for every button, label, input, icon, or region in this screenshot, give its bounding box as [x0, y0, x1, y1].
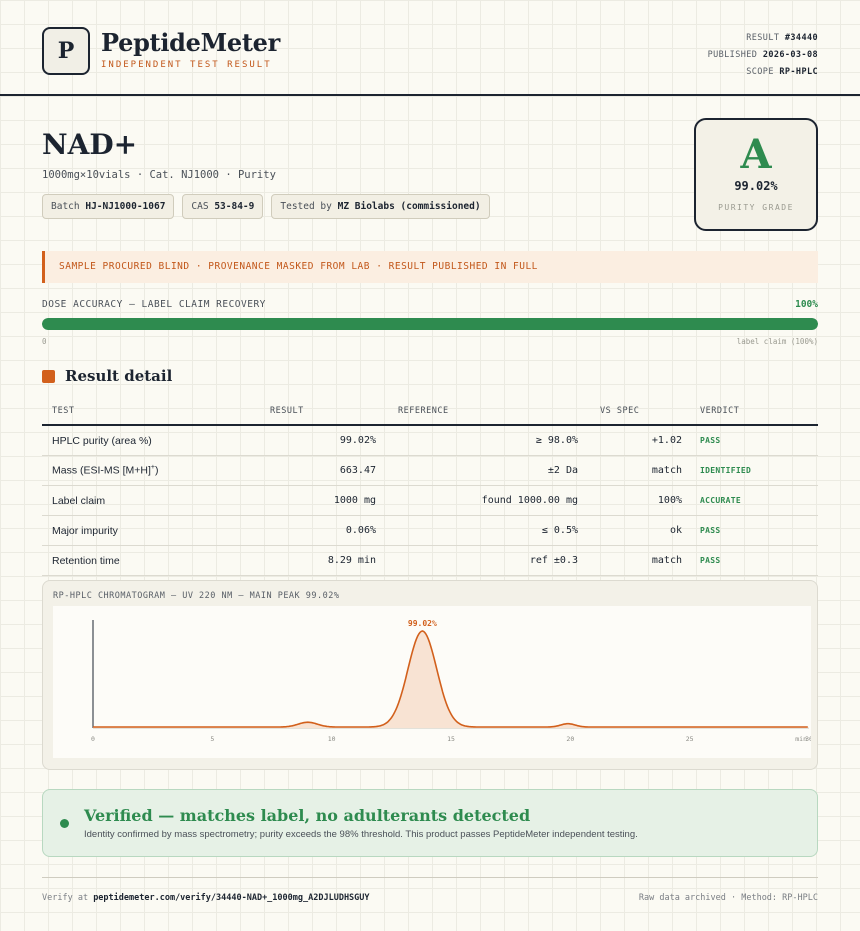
- cell-result: 8.29 min: [327, 555, 376, 566]
- published-label: PUBLISHED: [707, 50, 758, 60]
- cell-vs-spec: 100%: [657, 495, 682, 506]
- x-tick-label: 25: [686, 735, 694, 743]
- grade-label: PURITY GRADE: [718, 203, 794, 212]
- result-meta: RESULT #34440 PUBLISHED 2026-03-08 SCOPE…: [708, 30, 818, 81]
- cell-test: Mass (ESI-MS [M+H]+): [42, 464, 258, 477]
- chromatogram-line: [93, 630, 808, 728]
- cell-verdict: PASS: [700, 556, 721, 565]
- tag-value: 53-84-9: [214, 201, 255, 212]
- cell-reference: ±2 Da: [547, 465, 578, 476]
- cell-result: 99.02%: [339, 435, 376, 446]
- table-row: Mass (ESI-MS [M+H]+) 663.47 ±2 Da match …: [42, 456, 818, 486]
- scope-value: RP-HPLC: [779, 67, 818, 77]
- procurement-banner: SAMPLE PROCURED BLIND · PROVENANCE MASKE…: [42, 251, 818, 283]
- verified-subtitle: Identity confirmed by mass spectrometry;…: [84, 829, 638, 840]
- cell-result: 0.06%: [345, 525, 376, 536]
- tag-label: Tested by: [280, 201, 332, 212]
- table-row: Major impurity 0.06% ≤ 0.5% ok PASS: [42, 516, 818, 546]
- progress-claim-label: label claim (100%): [736, 337, 818, 346]
- chromatogram-svg: 99.02%0 5 10 15 20 25 30min: [91, 619, 813, 743]
- published-date: 2026-03-08: [762, 50, 818, 60]
- verify-label: Verify at: [42, 893, 89, 903]
- grade-value: 99.02%: [734, 179, 778, 193]
- header-vs-spec: VS SPEC: [600, 405, 640, 416]
- dose-progress-track: [42, 318, 818, 330]
- main-peak-label: 99.02%: [408, 619, 437, 628]
- header-divider: [0, 94, 860, 96]
- cell-verdict: PASS: [700, 436, 721, 445]
- footer-divider: [42, 877, 818, 878]
- product-tags: Batch HJ-NJ1000-1067 CAS 53-84-9 Tested …: [42, 194, 490, 219]
- results-table: TEST RESULT REFERENCE VS SPEC VERDICT HP…: [42, 397, 818, 576]
- purity-grade-card: A 99.02% PURITY GRADE: [694, 118, 818, 231]
- header-result: RESULT: [270, 405, 304, 416]
- brand-subtitle: INDEPENDENT TEST RESULT: [101, 60, 272, 70]
- header-verdict: VERDICT: [700, 405, 740, 416]
- table-row: HPLC purity (area %) 99.02% ≥ 98.0% +1.0…: [42, 426, 818, 456]
- tag-value: HJ-NJ1000-1067: [85, 201, 166, 212]
- x-tick-label: 0: [91, 735, 95, 743]
- cell-vs-spec: match: [651, 555, 682, 566]
- cell-test-tail: ): [154, 464, 159, 477]
- chart-title: RP-HPLC CHROMATOGRAM — UV 220 NM — MAIN …: [53, 591, 340, 601]
- cell-test: Major impurity: [52, 524, 118, 537]
- table-row: Retention time 8.29 min ref ±0.3 match P…: [42, 546, 818, 576]
- chart-plot-area: 99.02% 0 5 10 15 20 25 30 min: [53, 606, 813, 758]
- section-marker: [42, 370, 55, 383]
- grade-letter: A: [740, 131, 772, 178]
- tag-value: MZ Biolabs (commissioned): [337, 201, 481, 212]
- brand-logo: P: [42, 27, 90, 75]
- result-label: RESULT: [746, 33, 780, 43]
- verify-link[interactable]: peptidemeter.com/verify/34440-NAD+_1000m…: [93, 893, 369, 903]
- x-tick-label: 15: [447, 735, 455, 743]
- dose-progress-fill: [42, 318, 818, 330]
- batch-tag: Batch HJ-NJ1000-1067: [42, 194, 175, 219]
- x-tick-label: 10: [328, 735, 336, 743]
- cell-verdict: IDENTIFIED: [700, 466, 752, 475]
- scope-label: SCOPE: [746, 67, 774, 77]
- cell-reference: ≥ 98.0%: [535, 435, 578, 446]
- cell-reference: ≤ 0.5%: [541, 525, 578, 536]
- cell-reference: found 1000.00 mg: [481, 495, 578, 506]
- cell-verdict: PASS: [700, 526, 721, 535]
- x-tick-label: 5: [210, 735, 214, 743]
- cell-vs-spec: match: [651, 465, 682, 476]
- tested-by-tag: Tested by MZ Biolabs (commissioned): [271, 194, 490, 219]
- verified-dot-icon: [60, 819, 69, 828]
- cell-reference: ref ±0.3: [529, 555, 578, 566]
- cell-test: Retention time: [52, 554, 120, 567]
- table-header: TEST RESULT REFERENCE VS SPEC VERDICT: [42, 397, 818, 426]
- verified-title: Verified — matches label, no adulterants…: [84, 806, 531, 825]
- section-title: Result detail: [65, 367, 173, 385]
- progress-min-label: 0: [42, 337, 47, 346]
- product-line: 1000mg×10vials · Cat. NJ1000 · Purity: [42, 169, 276, 181]
- x-axis-unit: min: [795, 735, 807, 743]
- tag-label: CAS: [191, 201, 209, 212]
- x-tick-label: 20: [566, 735, 574, 743]
- result-id: #34440: [784, 33, 818, 43]
- cell-test: Label claim: [52, 494, 106, 507]
- tag-label: Batch: [51, 201, 80, 212]
- cell-vs-spec: ok: [669, 525, 682, 536]
- cell-verdict: ACCURATE: [700, 496, 741, 505]
- footer-method: Raw data archived · Method: RP-HPLC: [638, 893, 818, 903]
- cell-vs-spec: +1.02: [651, 435, 682, 446]
- header-test: TEST: [52, 405, 75, 416]
- brand-name: PeptideMeter: [101, 28, 280, 57]
- dose-accuracy-percent: 100%: [795, 299, 818, 310]
- table-row: Label claim 1000 mg found 1000.00 mg 100…: [42, 486, 818, 516]
- product-name: NAD+: [42, 128, 138, 161]
- dose-accuracy-label: DOSE ACCURACY — LABEL CLAIM RECOVERY: [42, 299, 266, 310]
- footer-verify: Verify at peptidemeter.com/verify/34440-…: [42, 893, 370, 903]
- cell-test-text: Mass (ESI-MS [M+H]: [52, 464, 151, 477]
- header-reference: REFERENCE: [398, 405, 449, 416]
- cas-tag: CAS 53-84-9: [182, 194, 264, 219]
- cell-test: HPLC purity (area %): [52, 434, 152, 447]
- cell-result: 663.47: [339, 465, 376, 476]
- cell-result: 1000 mg: [333, 495, 376, 506]
